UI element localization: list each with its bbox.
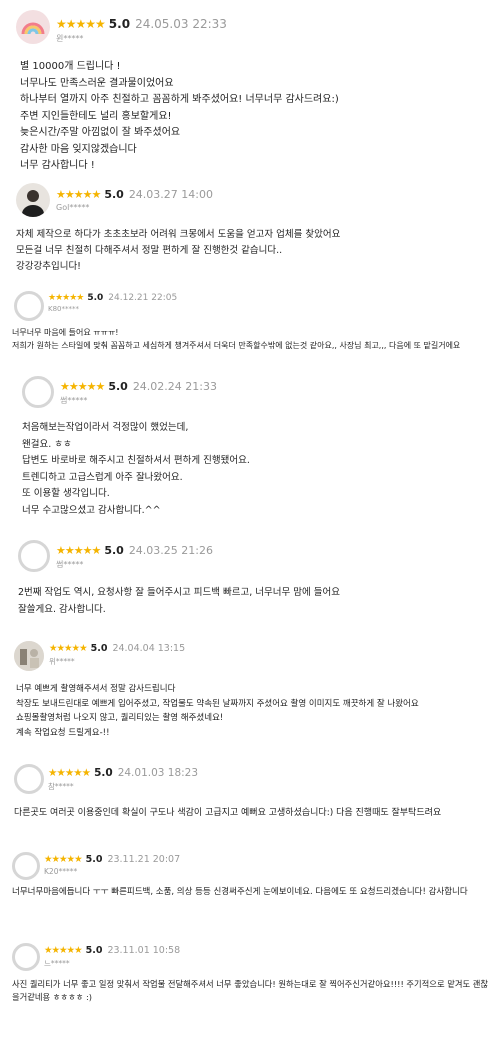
reviewer-name: K20***** xyxy=(44,867,78,876)
default-avatar xyxy=(12,943,40,971)
rating-score: 5.0 xyxy=(104,544,124,557)
review-text: 다른곳도 여러곳 이용중인데 확실이 구도나 색감이 고급지고 예뻐요 고생하셨… xyxy=(14,808,442,818)
rating-score: 5.0 xyxy=(87,293,104,303)
review-date: 24.01.03 18:23 xyxy=(117,767,199,779)
rating-stars: ★★★★★ xyxy=(44,854,83,865)
rating-score: 5.0 xyxy=(90,643,108,654)
review-date: 24.02.24 21:33 xyxy=(132,380,217,393)
review-text: 너무너무 마음에 들어요 ㅠㅠㅠ! 저희가 원하는 스타일에 맞춰 꼼꼼하고 세… xyxy=(12,328,461,350)
default-avatar xyxy=(12,852,40,880)
rating-score: 5.0 xyxy=(85,945,103,956)
photo-icon xyxy=(14,641,44,671)
rating-score: 5.0 xyxy=(108,17,131,31)
rainbow-avatar xyxy=(16,10,50,44)
rating-stars: ★★★★★ xyxy=(56,17,106,31)
review-text: 너무 예쁘게 촬영해주셔서 정말 감사드립니다 착장도 보내드린대로 예쁘게 입… xyxy=(16,684,419,738)
default-avatar xyxy=(14,764,44,794)
default-avatar xyxy=(22,376,54,408)
review-date: 24.03.27 14:00 xyxy=(128,188,213,201)
rating-stars: ★★★★★ xyxy=(49,643,88,654)
reviewer-name: K80***** xyxy=(48,305,79,313)
reviewer-name: 썸***** xyxy=(56,560,84,569)
rating-score: 5.0 xyxy=(94,767,113,779)
reviewer-name: 위***** xyxy=(49,657,75,666)
reviewer-name: 윈***** xyxy=(56,34,84,43)
review-date: 24.12.21 22:05 xyxy=(108,293,178,303)
person-photo-avatar xyxy=(16,183,50,217)
review-date: 24.05.03 22:33 xyxy=(135,17,227,31)
person-photo-icon xyxy=(22,190,44,217)
reviewer-name: 느***** xyxy=(44,959,70,968)
review-date: 24.03.25 21:26 xyxy=(128,544,213,557)
default-avatar xyxy=(18,540,50,572)
rating-stars: ★★★★★ xyxy=(60,380,105,393)
rating-stars: ★★★★★ xyxy=(56,188,101,201)
review-date: 23.11.01 10:58 xyxy=(107,945,181,956)
rating-stars: ★★★★★ xyxy=(56,544,101,557)
review-date: 24.04.04 13:15 xyxy=(112,643,186,654)
rating-stars: ★★★★★ xyxy=(48,293,84,303)
review-text: 처음해보는작업이라서 걱정많이 했었는데, 왠걸요. ㅎㅎ 답변도 바로바로 해… xyxy=(22,422,250,516)
photo-avatar xyxy=(14,641,44,671)
rating-score: 5.0 xyxy=(104,188,124,201)
rating-stars: ★★★★★ xyxy=(44,945,83,956)
rating-score: 5.0 xyxy=(108,380,128,393)
reviewer-name: 참***** xyxy=(48,782,74,791)
reviewer-name: 썸***** xyxy=(60,396,88,405)
rainbow-icon xyxy=(21,22,45,35)
review-date: 23.11.21 20:07 xyxy=(107,854,181,865)
review-text: 2번째 작업도 역시, 요청사항 잘 들어주시고 피드백 빠르고, 너무너무 맘… xyxy=(18,587,340,615)
review-text: 별 10000개 드립니다 ! 너무나도 만족스러운 결과물이었어요 하나부터 … xyxy=(20,61,339,171)
reviewer-name: Gol***** xyxy=(56,203,90,212)
rating-stars: ★★★★★ xyxy=(48,767,91,779)
review-text: 사진 퀄리티가 너무 좋고 일정 맞춰서 작업물 전달해주셔서 너무 좋았습니다… xyxy=(12,979,489,1002)
review-text: 자체 제작으로 하다가 초초초보라 어려워 크몽에서 도움을 얻고자 업체를 찾… xyxy=(16,229,341,272)
rating-score: 5.0 xyxy=(85,854,103,865)
default-avatar xyxy=(14,291,44,321)
review-text: 너무너무마음에듭니다 ㅜㅜ 빠른피드백, 소품, 의상 등등 신경써주신게 눈에… xyxy=(12,887,468,897)
